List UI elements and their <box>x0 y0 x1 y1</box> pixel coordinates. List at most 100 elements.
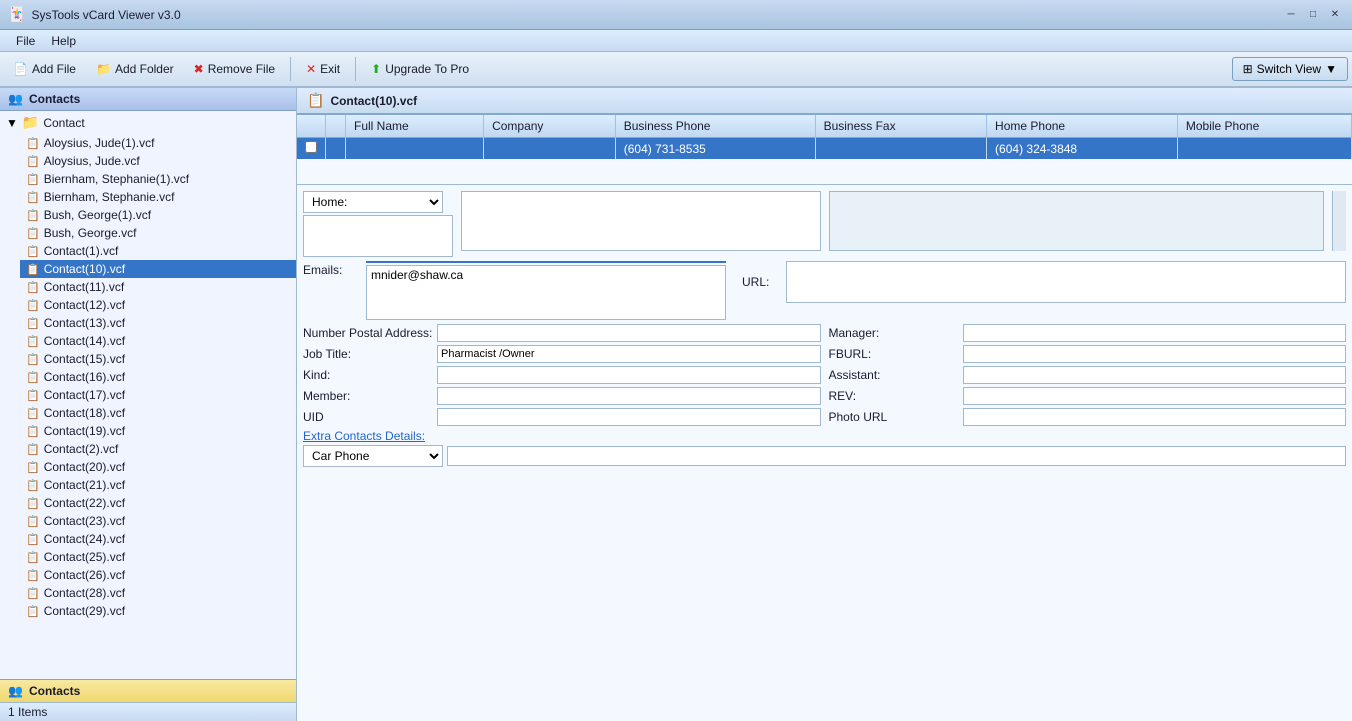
vcf-icon: 📋 <box>26 245 40 258</box>
tree-item[interactable]: 📋 Contact(23).vcf <box>20 512 296 530</box>
emails-list[interactable]: mnider@shaw.ca <box>366 265 726 320</box>
manager-row: Manager: <box>829 324 1347 342</box>
tree-item[interactable]: 📋 Biernham, Stephanie(1).vcf <box>20 170 296 188</box>
tree-item[interactable]: 📋 Contact(11).vcf <box>20 278 296 296</box>
tree-item[interactable]: 📋 Contact(22).vcf <box>20 494 296 512</box>
tree-item[interactable]: 📋 Contact(21).vcf <box>20 476 296 494</box>
tree-item[interactable]: 📋 Contact(18).vcf <box>20 404 296 422</box>
kind-label: Kind: <box>303 368 433 382</box>
vcf-icon: 📋 <box>26 317 40 330</box>
assistant-input[interactable] <box>963 366 1347 384</box>
toolbar: 📄 Add File 📁 Add Folder ✖ Remove File ✕ … <box>0 52 1352 88</box>
td-checkbox[interactable] <box>297 138 326 160</box>
tree-item[interactable]: 📋 Contact(2).vcf <box>20 440 296 458</box>
th-fullname: Full Name <box>346 115 484 138</box>
address-detail-textarea[interactable] <box>461 191 821 251</box>
car-phone-dropdown[interactable]: Car Phone Work Home Mobile Fax <box>303 445 443 467</box>
menu-file[interactable]: File <box>8 32 43 50</box>
url-label: URL: <box>742 275 782 289</box>
bottom-contacts-tab[interactable]: 👥 Contacts <box>0 679 296 702</box>
add-folder-button[interactable]: 📁 Add Folder <box>87 58 183 80</box>
table-row[interactable]: (604) 731-8535 (604) 324-3848 <box>297 138 1352 160</box>
tree-item[interactable]: 📋 Contact(12).vcf <box>20 296 296 314</box>
home-dropdown[interactable]: Home: Work: Other: <box>303 191 443 213</box>
vcf-icon: 📋 <box>26 587 40 600</box>
exit-button[interactable]: ✕ Exit <box>297 58 349 80</box>
tree-view[interactable]: ▼ 📁 Contact 📋 Aloysius, Jude(1).vcf 📋 Al… <box>0 111 296 679</box>
scroll-indicator <box>1332 191 1346 251</box>
vcf-icon: 📋 <box>26 191 40 204</box>
tree-item[interactable]: 📋 Contact(24).vcf <box>20 530 296 548</box>
manager-input[interactable] <box>963 324 1347 342</box>
member-row: Member: <box>303 387 821 405</box>
tree-item[interactable]: 📋 Bush, George.vcf <box>20 224 296 242</box>
tree-root[interactable]: ▼ 📁 Contact <box>0 111 296 134</box>
photo-url-input[interactable] <box>963 408 1347 426</box>
tree-item[interactable]: 📋 Contact(13).vcf <box>20 314 296 332</box>
file-header: 📋 Contact(10).vcf <box>297 88 1352 115</box>
tree-item[interactable]: 📋 Contact(29).vcf <box>20 602 296 620</box>
vcf-icon: 📋 <box>26 173 40 186</box>
tree-item[interactable]: 📋 Contact(14).vcf <box>20 332 296 350</box>
toolbar-separator-2 <box>355 57 356 81</box>
fburl-input[interactable] <box>963 345 1347 363</box>
tree-item[interactable]: 📋 Bush, George(1).vcf <box>20 206 296 224</box>
car-phone-input[interactable] <box>447 446 1346 466</box>
add-file-icon: 📄 <box>13 62 28 76</box>
tree-item[interactable]: 📋 Aloysius, Jude.vcf <box>20 152 296 170</box>
upgrade-button[interactable]: ⬆ Upgrade To Pro <box>362 58 478 80</box>
tree-item-selected[interactable]: 📋 Contact(10).vcf <box>20 260 296 278</box>
th-bfax: Business Fax <box>815 115 986 138</box>
tree-item[interactable]: 📋 Contact(17).vcf <box>20 386 296 404</box>
number-postal-address-row: Number Postal Address: <box>303 324 821 342</box>
menu-help[interactable]: Help <box>43 32 84 50</box>
vcf-icon: 📋 <box>26 461 40 474</box>
tree-item[interactable]: 📋 Aloysius, Jude(1).vcf <box>20 134 296 152</box>
th-mphone: Mobile Phone <box>1177 115 1351 138</box>
tree-item[interactable]: 📋 Contact(1).vcf <box>20 242 296 260</box>
tree-item[interactable]: 📋 Contact(25).vcf <box>20 548 296 566</box>
number-postal-input[interactable] <box>437 324 821 342</box>
url-input[interactable] <box>786 261 1346 303</box>
tree-item[interactable]: 📋 Contact(16).vcf <box>20 368 296 386</box>
switch-view-button[interactable]: ⊞ Switch View ▼ <box>1232 57 1348 81</box>
title-text: SysTools vCard Viewer v3.0 <box>31 8 1282 22</box>
tree-item[interactable]: 📋 Biernham, Stephanie.vcf <box>20 188 296 206</box>
add-file-button[interactable]: 📄 Add File <box>4 58 85 80</box>
tree-item[interactable]: 📋 Contact(20).vcf <box>20 458 296 476</box>
rev-input[interactable] <box>963 387 1347 405</box>
app-icon: 🃏 <box>8 6 25 23</box>
th-hphone: Home Phone <box>987 115 1178 138</box>
kind-input[interactable] <box>437 366 821 384</box>
minimize-button[interactable]: ─ <box>1282 6 1300 24</box>
tree-item[interactable]: 📋 Contact(15).vcf <box>20 350 296 368</box>
contact-table-area: Full Name Company Business Phone Busines… <box>297 115 1352 185</box>
contacts-header-icon: 👥 <box>8 92 23 106</box>
close-button[interactable]: ✕ <box>1326 6 1344 24</box>
left-panel: 👥 Contacts ▼ 📁 Contact 📋 Aloysius, Jude(… <box>0 88 297 721</box>
td-hphone: (604) 324-3848 <box>987 138 1178 160</box>
remove-file-button[interactable]: ✖ Remove File <box>185 58 284 80</box>
title-bar: 🃏 SysTools vCard Viewer v3.0 ─ □ ✕ <box>0 0 1352 30</box>
maximize-button[interactable]: □ <box>1304 6 1322 24</box>
vcf-icon: 📋 <box>26 569 40 582</box>
vcf-icon: 📋 <box>26 425 40 438</box>
uid-row: UID <box>303 408 821 426</box>
vcf-icon: 📋 <box>26 479 40 492</box>
rev-row: REV: <box>829 387 1347 405</box>
job-title-row: Job Title: <box>303 345 821 363</box>
tree-item[interactable]: 📋 Contact(19).vcf <box>20 422 296 440</box>
number-postal-label: Number Postal Address: <box>303 326 433 340</box>
tree-item[interactable]: 📋 Contact(28).vcf <box>20 584 296 602</box>
vcf-icon: 📋 <box>26 137 40 150</box>
tree-item[interactable]: 📋 Contact(26).vcf <box>20 566 296 584</box>
switch-view-icon: ⊞ <box>1243 62 1253 76</box>
uid-input[interactable] <box>437 408 821 426</box>
assistant-label: Assistant: <box>829 368 959 382</box>
vcf-icon: 📋 <box>26 443 40 456</box>
address-textarea[interactable] <box>303 215 453 257</box>
member-input[interactable] <box>437 387 821 405</box>
details-area: Home: Work: Other: Emails: mnider@sh <box>297 185 1352 721</box>
job-title-input[interactable] <box>437 345 821 363</box>
add-folder-icon: 📁 <box>96 62 111 76</box>
